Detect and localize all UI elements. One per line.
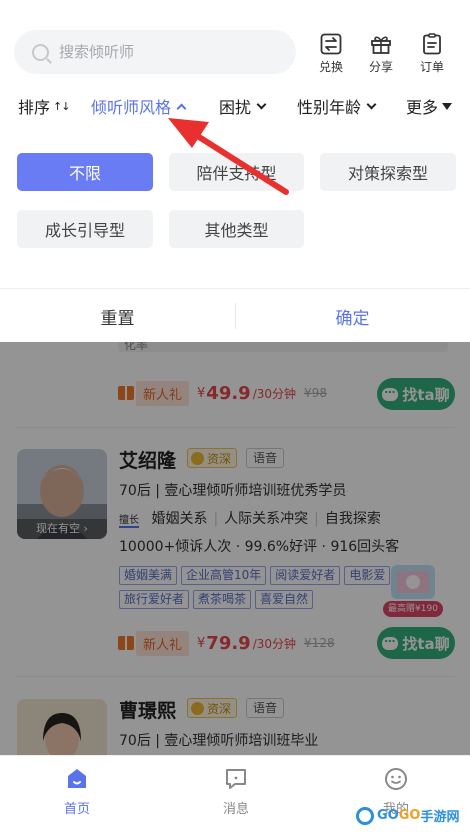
sort-icon: ↑↓ bbox=[53, 99, 70, 113]
reset-button[interactable]: 重置 bbox=[0, 289, 235, 343]
exchange-button[interactable]: 兑换 bbox=[311, 32, 351, 75]
filter-sort[interactable]: 排序 ↑↓ bbox=[18, 94, 70, 118]
chevron-up-icon bbox=[176, 103, 187, 113]
logo-ring-icon bbox=[356, 806, 374, 825]
nav-home[interactable]: 首页 bbox=[37, 766, 117, 817]
nav-messages[interactable]: 消息 bbox=[196, 766, 276, 817]
confirm-button[interactable]: 确定 bbox=[235, 289, 470, 343]
search-icon bbox=[32, 43, 49, 61]
funnel-icon bbox=[442, 102, 453, 110]
gift-box-icon bbox=[371, 36, 391, 54]
order-button[interactable]: 订单 bbox=[412, 32, 452, 75]
style-option-companion[interactable]: 陪伴支持型 bbox=[169, 153, 304, 191]
filter-gender-age[interactable]: 性别年龄 bbox=[297, 94, 377, 118]
watermark-logo: GO GO 手游网 bbox=[356, 806, 459, 825]
chevron-down-icon bbox=[366, 99, 377, 109]
share-button[interactable]: 分享 bbox=[361, 32, 401, 75]
filter-trouble[interactable]: 困扰 bbox=[219, 94, 267, 118]
search-input[interactable] bbox=[59, 43, 259, 61]
style-option-strategy[interactable]: 对策探索型 bbox=[320, 153, 456, 191]
clipboard-icon bbox=[423, 33, 441, 55]
chevron-down-icon bbox=[256, 99, 267, 109]
search-bar[interactable] bbox=[14, 30, 296, 74]
filter-style[interactable]: 倾听师风格 bbox=[91, 94, 187, 118]
exchange-icon bbox=[320, 33, 342, 55]
style-option-growth[interactable]: 成长引导型 bbox=[17, 210, 153, 248]
message-icon bbox=[226, 769, 246, 789]
style-option-unlimited[interactable]: 不限 bbox=[17, 153, 153, 191]
filter-actions: 重置 确定 bbox=[0, 288, 470, 342]
home-icon bbox=[68, 769, 86, 788]
profile-icon bbox=[385, 768, 407, 790]
filter-more[interactable]: 更多 bbox=[406, 94, 453, 118]
dim-overlay[interactable] bbox=[0, 342, 470, 755]
style-option-other[interactable]: 其他类型 bbox=[169, 210, 304, 248]
filter-bar: 排序 ↑↓ 倾听师风格 困扰 性别年龄 更多 bbox=[0, 90, 470, 120]
filter-panel: 兑换 分享 订单 排序 ↑↓ 倾听师风格 困扰 性别年龄 bbox=[0, 0, 470, 342]
bottom-nav: 首页 消息 我的 bbox=[0, 755, 470, 840]
